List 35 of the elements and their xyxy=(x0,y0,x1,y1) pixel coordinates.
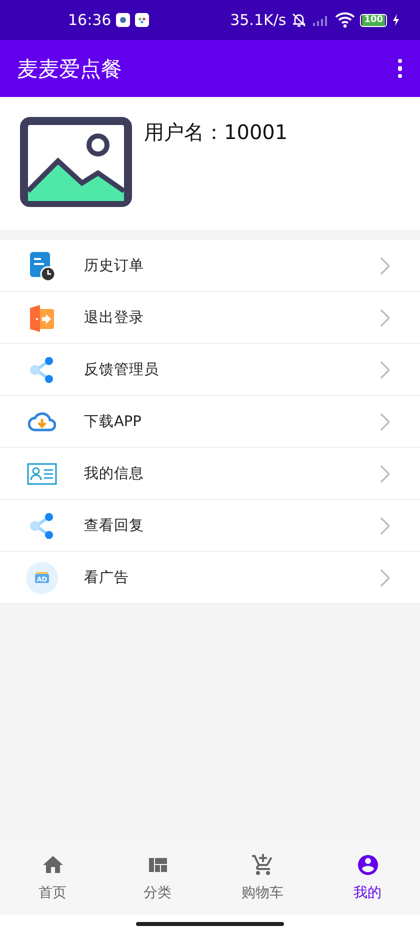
nav-tab[interactable]: 分类 xyxy=(105,840,210,915)
clock-time: 16:36 xyxy=(68,11,112,29)
chevron-right-icon xyxy=(380,360,390,378)
menu-item[interactable]: 查看回复 xyxy=(0,500,420,552)
menu-item[interactable]: 下载APP xyxy=(0,396,420,448)
wifi-icon xyxy=(335,12,356,28)
menu-item[interactable]: 历史订单 xyxy=(0,240,420,292)
app-title: 麦麦爱点餐 xyxy=(17,56,123,82)
charging-icon xyxy=(392,14,400,26)
nav-tab[interactable]: 我的 xyxy=(315,840,420,915)
id-card-icon xyxy=(27,462,57,484)
share-icon xyxy=(28,356,56,384)
cart-plus-icon xyxy=(250,853,274,877)
document-clock-icon xyxy=(28,250,56,280)
menu-item[interactable]: 我的信息 xyxy=(0,448,420,500)
settings-notification-icon xyxy=(116,13,130,27)
nav-tab[interactable]: 首页 xyxy=(0,840,105,915)
chevron-right-icon xyxy=(380,568,390,586)
battery-icon: 100 xyxy=(360,14,387,26)
app-notification-icon xyxy=(135,13,150,27)
menu-item[interactable]: 反馈管理员 xyxy=(0,344,420,396)
nav-tab[interactable]: 购物车 xyxy=(210,840,315,915)
exit-door-icon xyxy=(28,304,56,332)
network-speed: 35.1K/s xyxy=(230,11,286,29)
chevron-right-icon xyxy=(380,412,390,430)
bell-muted-icon xyxy=(291,12,308,28)
share-icon xyxy=(28,512,56,540)
chevron-right-icon xyxy=(380,308,390,326)
cloud-download-icon xyxy=(28,410,56,434)
chevron-right-icon xyxy=(380,256,390,274)
chevron-right-icon xyxy=(380,464,390,482)
image-placeholder-icon xyxy=(20,117,132,207)
chevron-right-icon xyxy=(380,516,390,534)
menu-item[interactable]: 退出登录 xyxy=(0,292,420,344)
username-label: 用户名：10001 xyxy=(144,119,288,146)
